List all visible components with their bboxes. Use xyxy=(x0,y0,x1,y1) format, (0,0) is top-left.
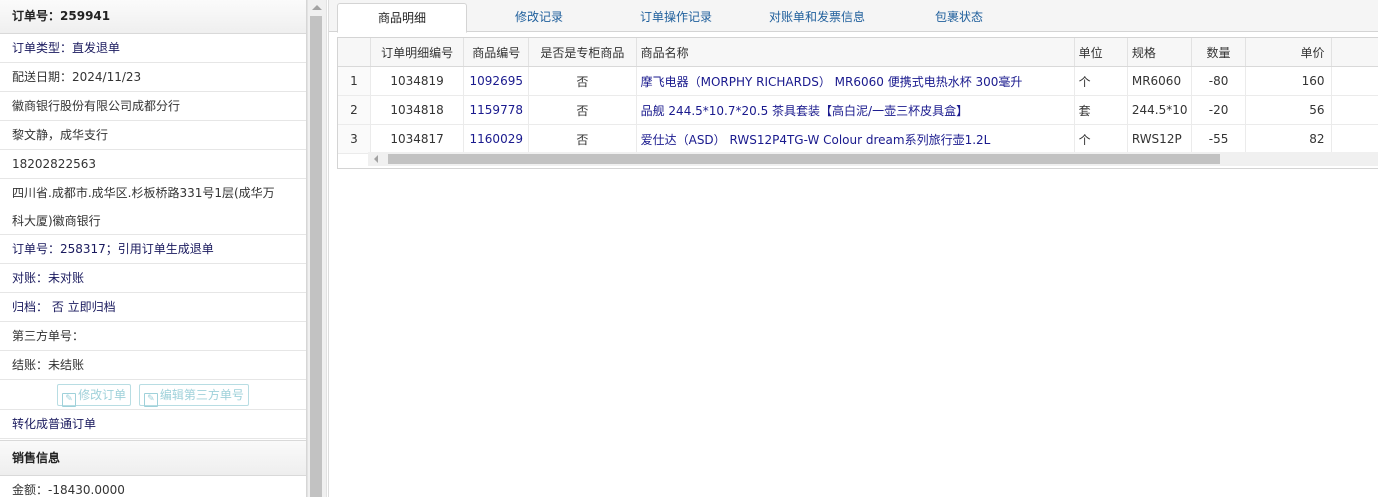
detail-area: 商品明细 修改记录 订单操作记录 对账单和发票信息 包裹状态 订单明细编号 商品… xyxy=(328,0,1378,497)
tab-statement-invoice[interactable]: 对账单和发票信息 xyxy=(747,3,887,31)
phone-number: 18202822563 xyxy=(0,150,306,179)
edit-order-label: 修改订单 xyxy=(78,388,127,402)
settle-status: 结账：未结账 xyxy=(0,351,306,380)
unit-cell: 个 xyxy=(1074,124,1128,154)
edit-third-party-button[interactable]: ✎ 编辑第三方单号 xyxy=(138,384,249,407)
third-party-number: 第三方单号： xyxy=(0,322,306,351)
table-row[interactable]: 3 1034817 1160029 否 爱仕达（ASD） RWS12P4TG-W… xyxy=(338,124,1378,154)
order-amount: 金额：-18430.0000 xyxy=(0,476,306,497)
product-name-cell[interactable]: 爱仕达（ASD） RWS12P4TG-W Colour dream系列旅行壶1.… xyxy=(636,124,1075,154)
col-header-detail-no[interactable]: 订单明细编号 xyxy=(370,38,465,67)
spec-cell: 244.5*10 xyxy=(1127,95,1193,125)
left-panel-scrollbar[interactable] xyxy=(307,0,327,497)
edit-third-party-label: 编辑第三方单号 xyxy=(159,388,244,402)
address-line-1: 四川省.成都市.成华区.杉板桥路331号1层(成华万 xyxy=(12,186,275,200)
product-detail-grid: 订单明细编号 商品编号 是否是专柜商品 商品名称 单位 规格 数量 单价 1 1… xyxy=(337,37,1378,169)
col-header-filler xyxy=(1331,38,1378,67)
table-row[interactable]: 2 1034818 1159778 否 品舰 244.5*10.7*20.5 茶… xyxy=(338,95,1378,125)
filler-cell xyxy=(1331,95,1378,125)
tab-bar: 商品明细 修改记录 订单操作记录 对账单和发票信息 包裹状态 xyxy=(329,0,1378,33)
price-cell: 82 xyxy=(1245,124,1332,154)
price-cell: 56 xyxy=(1245,95,1332,125)
order-type: 订单类型：直发退单 xyxy=(0,34,306,63)
archive-status[interactable]: 归档： 否 立即归档 xyxy=(0,293,306,322)
sales-info-header: 销售信息 xyxy=(0,440,306,476)
address-line-2: 科大厦)徽商银行 xyxy=(12,214,101,228)
scroll-up-icon[interactable] xyxy=(312,5,322,10)
quantity-cell: -80 xyxy=(1191,66,1246,96)
row-index: 2 xyxy=(338,95,371,125)
reference-order[interactable]: 订单号：258317；引用订单生成退单 xyxy=(0,235,306,264)
delivery-date: 配送日期：2024/11/23 xyxy=(0,63,306,92)
edit-icon: ✎ xyxy=(143,393,158,407)
product-no-cell[interactable]: 1160029 xyxy=(463,124,530,154)
product-name-cell[interactable]: 品舰 244.5*10.7*20.5 茶具套装【高白泥/一壶三杯皮具盒】 xyxy=(636,95,1075,125)
counter-cell: 否 xyxy=(528,124,637,154)
order-number-header: 订单号：259941 xyxy=(0,0,306,34)
unit-cell: 个 xyxy=(1074,66,1128,96)
scroll-left-icon[interactable] xyxy=(374,155,378,163)
tab-product-details[interactable]: 商品明细 xyxy=(337,3,467,33)
row-index: 1 xyxy=(338,66,371,96)
detail-no-cell: 1034819 xyxy=(370,66,465,96)
action-buttons: ✎ 修改订单 ✎ 编辑第三方单号 xyxy=(0,380,306,410)
contact-name: 黎文静，成华支行 xyxy=(0,121,306,150)
product-no-cell[interactable]: 1159778 xyxy=(463,95,530,125)
tab-modification-log[interactable]: 修改记录 xyxy=(489,3,589,31)
company-name: 徽商银行股份有限公司成都分行 xyxy=(0,92,306,121)
scrollbar-thumb[interactable] xyxy=(388,154,1220,164)
quantity-cell: -55 xyxy=(1191,124,1246,154)
edit-order-button[interactable]: ✎ 修改订单 xyxy=(57,384,132,407)
convert-to-normal-order-link[interactable]: 转化成普通订单 xyxy=(0,410,306,439)
col-header-price[interactable]: 单价 xyxy=(1245,38,1332,67)
spec-cell: MR6060 xyxy=(1127,66,1193,96)
row-index: 3 xyxy=(338,124,371,154)
spec-cell: RWS12P xyxy=(1127,124,1193,154)
tab-order-operation-log[interactable]: 订单操作记录 xyxy=(621,3,731,31)
order-number-value: 259941 xyxy=(60,9,111,23)
tab-package-status[interactable]: 包裹状态 xyxy=(909,3,1009,31)
col-header-product-name[interactable]: 商品名称 xyxy=(636,38,1075,67)
filler-cell xyxy=(1331,66,1378,96)
order-info-panel: 订单号：259941 订单类型：直发退单 配送日期：2024/11/23 徽商银… xyxy=(0,0,307,497)
col-header-counter[interactable]: 是否是专柜商品 xyxy=(528,38,637,67)
unit-cell: 套 xyxy=(1074,95,1128,125)
col-header-unit[interactable]: 单位 xyxy=(1074,38,1128,67)
counter-cell: 否 xyxy=(528,95,637,125)
detail-no-cell: 1034817 xyxy=(370,124,465,154)
scrollbar-thumb[interactable] xyxy=(310,16,322,497)
col-header-quantity[interactable]: 数量 xyxy=(1191,38,1246,67)
counter-cell: 否 xyxy=(528,66,637,96)
product-name-cell[interactable]: 摩飞电器（MORPHY RICHARDS） MR6060 便携式电热水杯 300… xyxy=(636,66,1075,96)
detail-no-cell: 1034818 xyxy=(370,95,465,125)
order-number-label: 订单号： xyxy=(12,9,61,23)
col-header-spec[interactable]: 规格 xyxy=(1127,38,1193,67)
quantity-cell: -20 xyxy=(1191,95,1246,125)
col-header-index xyxy=(338,38,371,67)
reconcile-status: 对账：未对账 xyxy=(0,264,306,293)
grid-header-row: 订单明细编号 商品编号 是否是专柜商品 商品名称 单位 规格 数量 单价 xyxy=(338,38,1378,67)
product-no-cell[interactable]: 1092695 xyxy=(463,66,530,96)
edit-icon: ✎ xyxy=(62,393,77,407)
filler-cell xyxy=(1331,124,1378,154)
price-cell: 160 xyxy=(1245,66,1332,96)
col-header-product-no[interactable]: 商品编号 xyxy=(463,38,530,67)
delivery-address: 四川省.成都市.成华区.杉板桥路331号1层(成华万 科大厦)徽商银行 xyxy=(0,179,306,235)
grid-horizontal-scrollbar[interactable] xyxy=(368,152,1378,166)
table-row[interactable]: 1 1034819 1092695 否 摩飞电器（MORPHY RICHARDS… xyxy=(338,66,1378,96)
